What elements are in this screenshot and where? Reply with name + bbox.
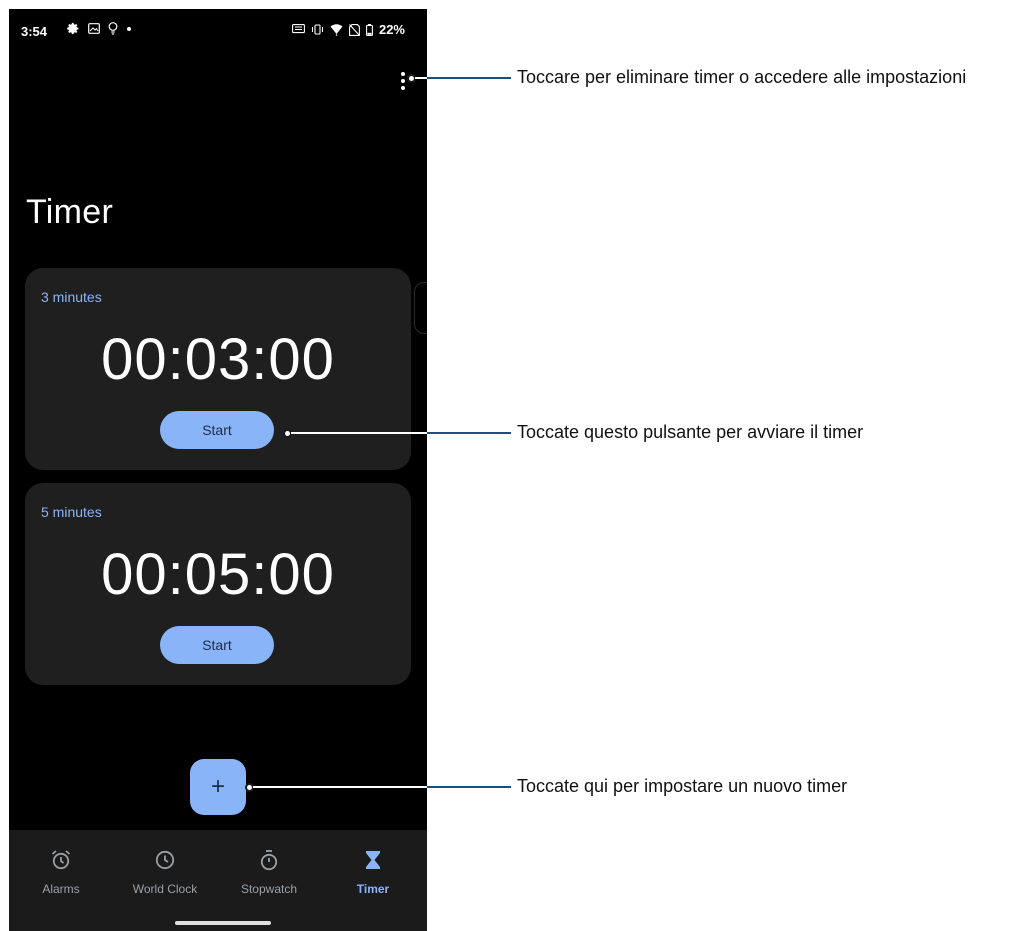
- timer-time: 00:03:00: [101, 327, 335, 392]
- nav-item-timer[interactable]: Timer: [321, 848, 425, 896]
- wifi-icon: [330, 23, 343, 36]
- clock-icon: [154, 848, 176, 872]
- callout-line-start-inner: [291, 432, 427, 434]
- bottom-nav: Alarms World Clock Stopwatch Timer: [9, 830, 427, 931]
- next-card-peek: [414, 282, 427, 334]
- timer-time: 00:05:00: [101, 542, 335, 607]
- callout-line-menu-inner: [415, 77, 427, 79]
- nav-label: Timer: [356, 882, 390, 896]
- callout-text-menu: Toccare per eliminare timer o accedere a…: [517, 67, 967, 87]
- nav-label: Stopwatch: [240, 882, 298, 896]
- no-sim-icon: [349, 23, 360, 36]
- callout-line-start: [427, 432, 511, 434]
- vibrate-icon: [311, 24, 324, 35]
- dot-icon: [126, 26, 132, 32]
- status-time: 3:54: [21, 24, 48, 39]
- callout-line-add: [427, 786, 511, 788]
- page-title: Timer: [26, 193, 114, 231]
- timer-label[interactable]: 3 minutes: [41, 289, 102, 305]
- callout-line-menu: [427, 77, 511, 79]
- keyboard-icon: [292, 24, 305, 35]
- image-icon: [88, 23, 100, 34]
- status-bar: 3:54 22%: [9, 9, 427, 55]
- nav-item-stopwatch[interactable]: Stopwatch: [217, 848, 321, 896]
- timer-card[interactable]: 3 minutes 00:03:00 Start: [25, 268, 411, 470]
- callout-text-add: Toccate qui per impostare un nuovo timer: [517, 776, 848, 796]
- nav-item-world-clock[interactable]: World Clock: [113, 848, 217, 896]
- callout-text-start: Toccate questo pulsante per avviare il t…: [517, 422, 864, 442]
- battery-icon: [366, 23, 373, 36]
- timer-label[interactable]: 5 minutes: [41, 504, 102, 520]
- status-left-icons: [67, 22, 132, 35]
- add-timer-button[interactable]: +: [190, 759, 246, 815]
- status-right-icons: 22%: [292, 22, 405, 37]
- battery-percentage: 22%: [378, 22, 405, 37]
- nav-label: World Clock: [132, 882, 198, 896]
- gear-icon: [67, 22, 80, 35]
- start-button[interactable]: Start: [160, 411, 274, 449]
- plus-icon: +: [210, 773, 225, 800]
- timer-card[interactable]: 5 minutes 00:05:00 Start: [25, 483, 411, 685]
- hourglass-icon: [363, 848, 383, 872]
- phone-screen: 3:54 22% Timer 3 minutes 00:03:00 Start …: [9, 9, 427, 931]
- nav-label: Alarms: [42, 882, 80, 896]
- stopwatch-icon: [258, 848, 280, 872]
- start-button[interactable]: Start: [160, 626, 274, 664]
- nav-item-alarms[interactable]: Alarms: [9, 848, 113, 896]
- lightbulb-icon: [108, 22, 118, 35]
- alarm-icon: [50, 848, 72, 872]
- gesture-bar[interactable]: [175, 921, 271, 925]
- callout-line-add-inner: [253, 786, 427, 788]
